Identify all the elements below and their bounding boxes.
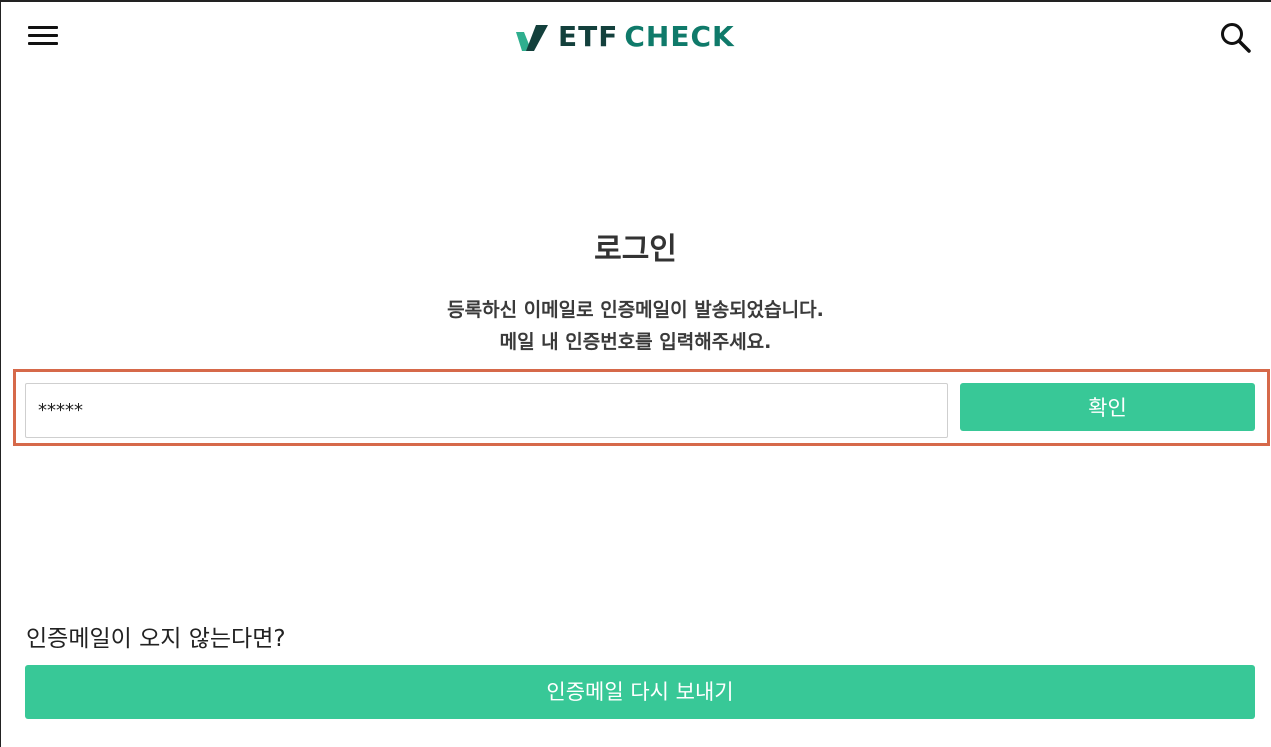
logo-wordmark: ETF CHECK: [558, 20, 735, 54]
logo-text-check: CHECK: [624, 20, 735, 53]
verification-code-input[interactable]: [25, 383, 948, 438]
page-title: 로그인: [594, 232, 677, 267]
search-icon[interactable]: [1218, 20, 1252, 54]
check-mark-logo-icon: [516, 25, 548, 51]
top-header: ETF CHECK: [0, 0, 1271, 74]
instruction-line-1: 등록하신 이메일로 인증메일이 발송되었습니다.: [447, 299, 824, 321]
instruction-text: 등록하신 이메일로 인증메일이 발송되었습니다. 메일 내 인증번호를 입력해주…: [0, 294, 1271, 358]
instruction-line-2: 메일 내 인증번호를 입력해주세요.: [499, 331, 772, 353]
site-logo[interactable]: ETF CHECK: [516, 20, 735, 54]
confirm-button[interactable]: 확인: [960, 383, 1255, 431]
logo-text-etf: ETF: [558, 20, 619, 53]
hamburger-menu-icon[interactable]: [26, 24, 60, 50]
resend-question-label: 인증메일이 오지 않는다면?: [26, 626, 286, 652]
resend-email-button[interactable]: 인증메일 다시 보내기: [25, 665, 1255, 719]
